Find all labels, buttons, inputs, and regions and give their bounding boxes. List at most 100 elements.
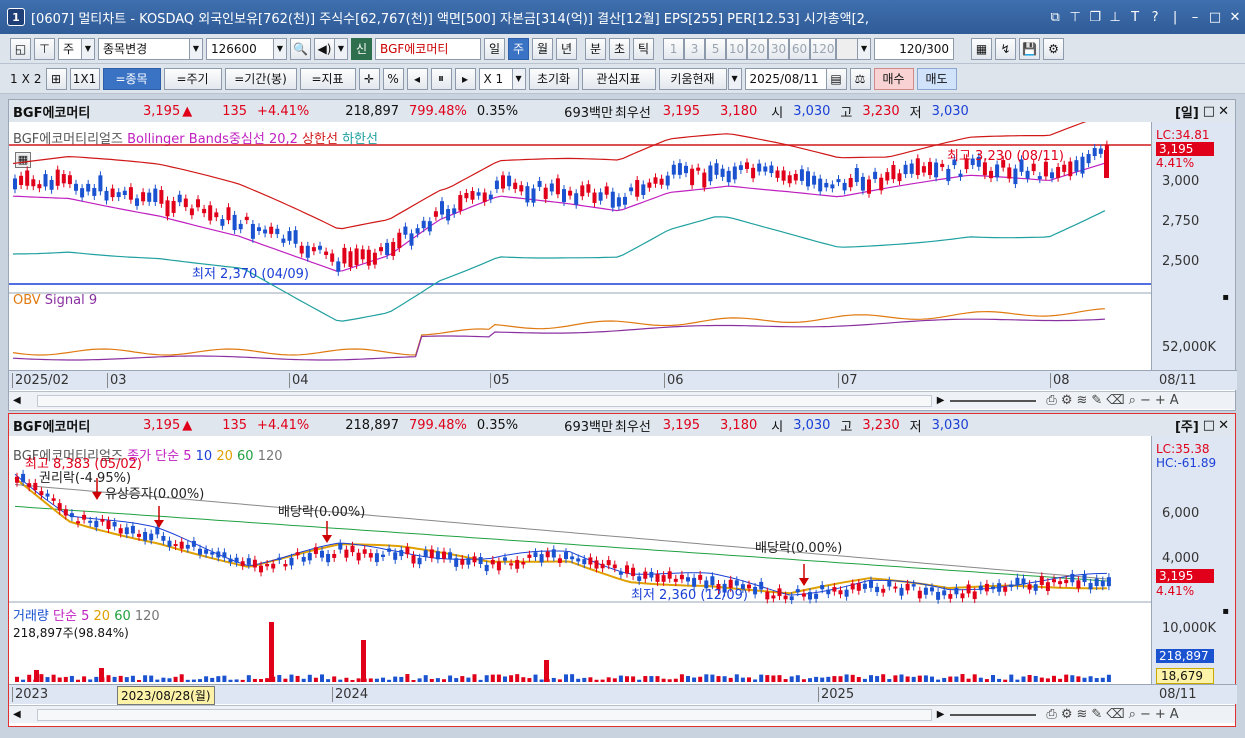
buy-button[interactable]: 매수	[873, 67, 914, 90]
period-tab-5[interactable]: 초	[609, 37, 631, 60]
sell-button[interactable]: 매도	[916, 67, 957, 90]
chart-print-icon[interactable]: ⎙	[1046, 393, 1056, 408]
obv-label[interactable]: OBV	[13, 293, 41, 308]
chart-plus-icon[interactable]: +	[1155, 707, 1166, 722]
obv-close-icon[interactable]: ▪	[1222, 292, 1229, 303]
interval-button-60[interactable]: 60	[789, 37, 811, 60]
one-by-one-button[interactable]: 1X1	[69, 67, 100, 90]
search-icon[interactable]: 🔍	[290, 37, 311, 60]
zoom-slider[interactable]	[950, 713, 1037, 716]
reset-button[interactable]: 초기화	[528, 67, 579, 90]
volume-label[interactable]: 거래량	[13, 609, 49, 624]
next-icon[interactable]: ▸	[454, 67, 476, 90]
crosshair-icon[interactable]: ✛	[358, 67, 380, 90]
stock-code-input[interactable]: 126600	[206, 37, 274, 60]
chart-pen-icon[interactable]: ✎	[1091, 393, 1102, 408]
interval-button-10[interactable]: 10	[726, 37, 748, 60]
chart-minus-icon[interactable]: −	[1140, 393, 1151, 408]
interval-button-5[interactable]: 5	[705, 37, 727, 60]
weekly-price-chart[interactable]: 최고 8,383 (05/02)권리락(-4.95%)유상증자(0.00%) 배당…	[9, 436, 1154, 684]
speaker-dropdown-icon[interactable]: ▼	[334, 37, 348, 60]
close-icon[interactable]: ✕	[1225, 10, 1245, 25]
scrollbar-daily[interactable]: ◀ ▶ ⎙ ⚙ ≋ ✎ ⌫ ⌕ − + A	[9, 391, 1235, 409]
prev-icon[interactable]: ◂	[406, 67, 428, 90]
code-dropdown-icon[interactable]: ▼	[273, 37, 287, 60]
panel-maximize-icon[interactable]: □	[1203, 104, 1215, 119]
sync-range-button[interactable]: =기간(봉)	[224, 67, 297, 90]
period-tab-2[interactable]: 월	[532, 37, 554, 60]
period-tab-4[interactable]: 분	[585, 37, 607, 60]
percent-button[interactable]: %	[382, 67, 404, 90]
scroll-right-icon[interactable]: ▶	[937, 709, 945, 720]
layout-icon[interactable]: ◱	[10, 37, 31, 60]
period-tab-0[interactable]: 일	[484, 37, 506, 60]
period-tab-1[interactable]: 주	[508, 37, 530, 60]
drawing-icon[interactable]: ↯	[995, 37, 1017, 60]
chart-search-icon[interactable]: ⌕	[1129, 393, 1136, 408]
interval-button-120[interactable]: 120	[810, 37, 837, 60]
scroll-left-icon[interactable]: ◀	[13, 709, 21, 720]
interval-button-1[interactable]: 1	[663, 37, 685, 60]
interval-button-3[interactable]: 3	[684, 37, 706, 60]
panel-close-icon[interactable]: ✕	[1218, 418, 1229, 433]
link-icon[interactable]: ⧉	[1045, 10, 1065, 25]
minimize-icon[interactable]: –	[1185, 10, 1205, 25]
market-select[interactable]: 주	[58, 37, 82, 60]
chart-line-icon[interactable]: ≋	[1076, 707, 1087, 722]
new-badge[interactable]: 신	[351, 37, 373, 60]
settings-gear-icon[interactable]: ⚙	[1043, 37, 1065, 60]
scroll-track[interactable]	[36, 708, 932, 721]
layout-2[interactable]: 2	[34, 72, 42, 86]
pin-toolbar-icon[interactable]: ⊤	[34, 37, 55, 60]
interval-button-20[interactable]: 20	[747, 37, 769, 60]
volume-ma5[interactable]: 단순 5	[53, 609, 89, 624]
panel-maximize-icon[interactable]: □	[1203, 418, 1215, 433]
zoom-select[interactable]: X 1	[478, 67, 513, 90]
speaker-icon[interactable]: ◀)	[314, 37, 335, 60]
indicator-add-icon[interactable]: ▦	[971, 37, 993, 60]
chart-plus-icon[interactable]: +	[1155, 393, 1166, 408]
font-icon[interactable]: T	[1125, 10, 1145, 25]
scroll-track[interactable]	[36, 394, 932, 407]
save-icon[interactable]: 💾	[1019, 37, 1041, 60]
chart-search-icon[interactable]: ⌕	[1129, 707, 1136, 722]
volume-ma20[interactable]: 20	[94, 609, 111, 624]
sync-stock-button[interactable]: =종목	[102, 67, 161, 90]
panel-close-icon[interactable]: ✕	[1218, 104, 1229, 119]
copy-icon[interactable]: ❐	[1085, 10, 1105, 25]
kiwoom-current-button[interactable]: 키움현재	[658, 67, 727, 90]
stock-change-dropdown-icon[interactable]: ▼	[189, 37, 203, 60]
pin-icon[interactable]: ⊤	[1065, 10, 1085, 25]
chart-settings-icon[interactable]: ⚙	[1061, 393, 1073, 408]
chart-line-icon[interactable]: ≋	[1076, 393, 1087, 408]
chart-settings-icon[interactable]: ⚙	[1061, 707, 1073, 722]
chart-pen-icon[interactable]: ✎	[1091, 707, 1102, 722]
grid-icon[interactable]: ⊞	[45, 67, 67, 90]
zoom-slider[interactable]	[950, 399, 1037, 402]
chart-erase-icon[interactable]: ⌫	[1106, 393, 1124, 408]
kiwoom-dropdown-icon[interactable]: ▼	[727, 67, 742, 90]
chart-font-icon[interactable]: A	[1170, 393, 1179, 408]
chart-minus-icon[interactable]: −	[1140, 707, 1151, 722]
scrollbar-weekly[interactable]: ◀ ▶ ⎙ ⚙ ≋ ✎ ⌫ ⌕ − + A	[9, 705, 1235, 723]
scroll-left-icon[interactable]: ◀	[13, 395, 21, 406]
scroll-right-icon[interactable]: ▶	[937, 395, 945, 406]
interval-custom[interactable]	[836, 37, 859, 60]
volume-close-icon[interactable]: ▪	[1222, 606, 1229, 617]
period-tab-6[interactable]: 틱	[633, 37, 655, 60]
volume-ma60[interactable]: 60	[114, 609, 131, 624]
daily-price-chart[interactable]: 최고 3,230 (08/11) 최저 2,370 (04/09)	[9, 122, 1154, 372]
chart-font-icon[interactable]: A	[1170, 707, 1179, 722]
sync-period-button[interactable]: =주기	[163, 67, 222, 90]
help-icon[interactable]: ?	[1145, 10, 1165, 25]
watch-indicator-button[interactable]: 관심지표	[581, 67, 656, 90]
market-dropdown-icon[interactable]: ▼	[81, 37, 95, 60]
period-tab-3[interactable]: 년	[556, 37, 578, 60]
stock-change-select[interactable]: 종목변경	[98, 37, 190, 60]
obv-signal-label[interactable]: Signal 9	[45, 293, 97, 308]
chart-erase-icon[interactable]: ⌫	[1106, 707, 1124, 722]
interval-button-30[interactable]: 30	[768, 37, 790, 60]
layout-1[interactable]: 1	[10, 72, 18, 86]
date-input[interactable]: 2025/08/11	[744, 67, 827, 90]
pause-icon[interactable]: ⏸	[430, 67, 452, 90]
